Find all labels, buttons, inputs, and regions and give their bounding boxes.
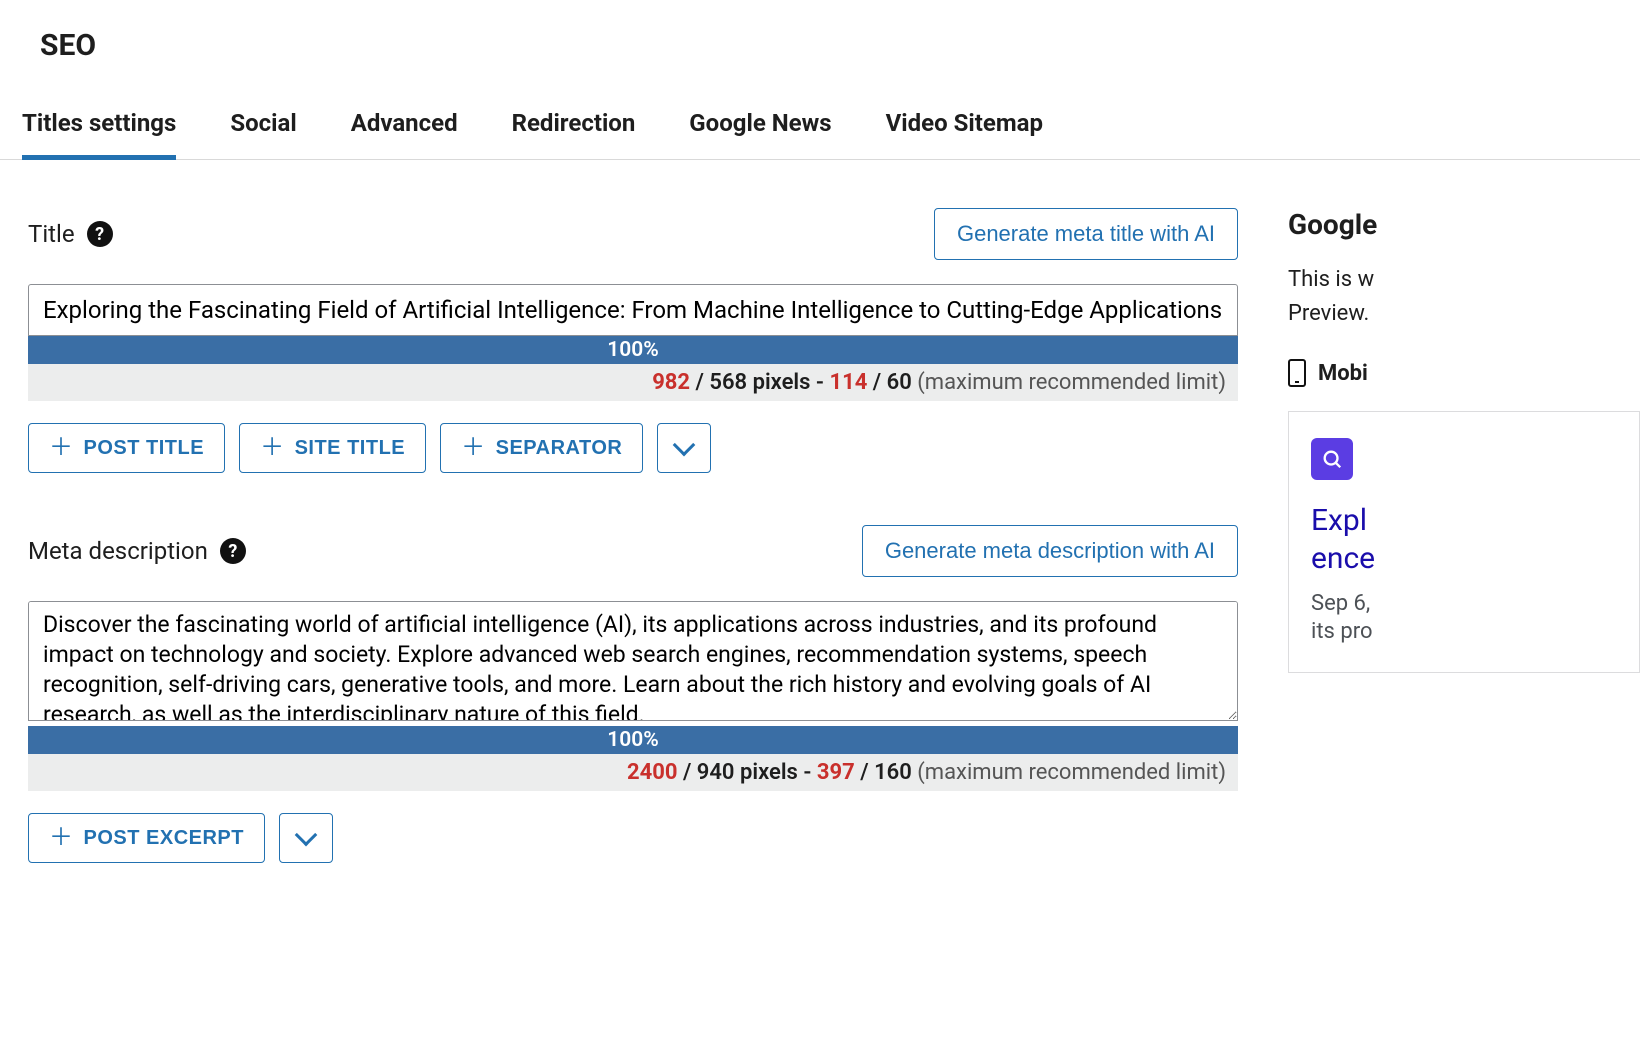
meta-px-current: 2400 — [627, 760, 678, 785]
tag-label: POST EXCERPT — [84, 827, 244, 850]
generate-meta-ai-button[interactable]: Generate meta description with AI — [862, 525, 1238, 577]
google-preview-heading: Google — [1288, 208, 1640, 241]
help-icon[interactable]: ? — [87, 221, 113, 247]
tab-advanced[interactable]: Advanced — [351, 95, 458, 159]
preview-intro-text: This is w Preview. — [1288, 263, 1640, 331]
mobile-device-icon — [1288, 359, 1306, 387]
meta-stats: 2400 / 940 pixels - 397 / 160 (maximum r… — [28, 754, 1238, 791]
meta-limit-label: (maximum recommended limit) — [917, 760, 1226, 785]
preview-mobile-label: Mobi — [1318, 361, 1368, 386]
pixels-word: pixels — [740, 760, 798, 785]
tab-titles-settings[interactable]: Titles settings — [22, 95, 176, 160]
meta-tags-dropdown-button[interactable] — [279, 813, 333, 863]
stat-sep: / — [855, 760, 874, 785]
title-tags-dropdown-button[interactable] — [657, 423, 711, 473]
serp-preview-meta: Sep 6, its pro — [1311, 590, 1617, 646]
chevron-down-icon — [295, 824, 318, 847]
tag-label: POST TITLE — [84, 437, 205, 460]
pixels-word: pixels — [753, 370, 811, 395]
meta-chars-current: 397 — [817, 760, 855, 785]
tag-post-title-button[interactable]: ＋ POST TITLE — [28, 423, 225, 473]
plus-icon: ＋ — [461, 436, 486, 460]
tag-site-title-button[interactable]: ＋ SITE TITLE — [239, 423, 426, 473]
tag-label: SEPARATOR — [496, 437, 623, 460]
page-heading: SEO — [0, 0, 1640, 85]
preview-mobile-toggle[interactable]: Mobi — [1288, 359, 1640, 387]
tabs-bar: Titles settings Social Advanced Redirect… — [0, 95, 1640, 160]
favicon-icon — [1311, 438, 1353, 480]
stat-sep: / — [867, 370, 886, 395]
meta-progress-bar: 100% — [28, 726, 1238, 754]
tab-video-sitemap[interactable]: Video Sitemap — [886, 95, 1043, 159]
meta-field-label: Meta description — [28, 537, 208, 565]
title-px-max: 568 — [709, 370, 747, 395]
stat-sep: / — [677, 760, 696, 785]
help-icon[interactable]: ? — [220, 538, 246, 564]
meta-px-max: 940 — [697, 760, 735, 785]
title-field-label: Title — [28, 220, 75, 248]
title-progress-bar: 100% — [28, 336, 1238, 364]
serp-preview-title: Expl ence — [1311, 502, 1617, 578]
title-stats: 982 / 568 pixels - 114 / 60 (maximum rec… — [28, 364, 1238, 401]
plus-icon: ＋ — [260, 436, 285, 460]
seo-meta-description-input[interactable] — [28, 601, 1238, 721]
plus-icon: ＋ — [49, 826, 74, 850]
tag-post-excerpt-button[interactable]: ＋ POST EXCERPT — [28, 813, 265, 863]
tab-redirection[interactable]: Redirection — [512, 95, 636, 159]
stat-dash: - — [810, 370, 829, 395]
generate-title-ai-button[interactable]: Generate meta title with AI — [934, 208, 1238, 260]
serp-preview-card: Expl ence Sep 6, its pro — [1288, 411, 1640, 673]
tab-google-news[interactable]: Google News — [689, 95, 831, 159]
tag-separator-button[interactable]: ＋ SEPARATOR — [440, 423, 643, 473]
title-chars-max: 60 — [887, 370, 912, 395]
title-px-current: 982 — [652, 370, 690, 395]
seo-title-input[interactable] — [28, 284, 1238, 336]
tab-social[interactable]: Social — [230, 95, 296, 159]
tag-label: SITE TITLE — [295, 437, 406, 460]
title-limit-label: (maximum recommended limit) — [917, 370, 1226, 395]
title-chars-current: 114 — [829, 370, 867, 395]
meta-chars-max: 160 — [874, 760, 912, 785]
stat-sep: / — [690, 370, 709, 395]
chevron-down-icon — [673, 434, 696, 457]
stat-dash: - — [798, 760, 817, 785]
plus-icon: ＋ — [49, 436, 74, 460]
